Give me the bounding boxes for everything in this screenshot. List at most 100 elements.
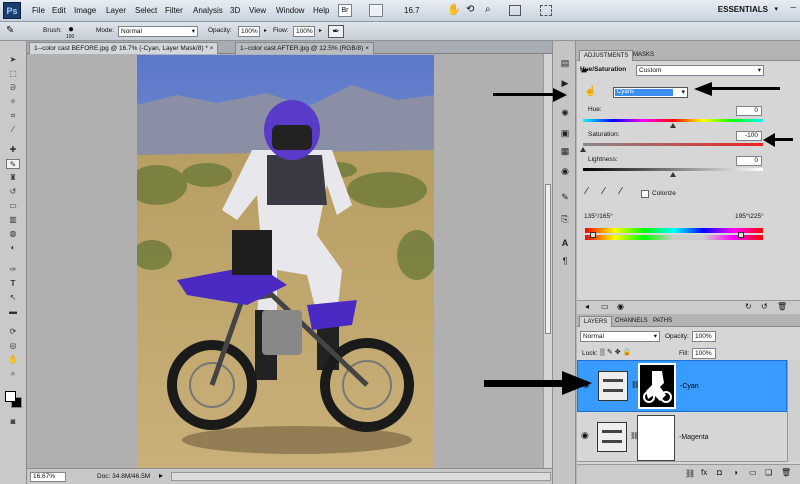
bridge-button[interactable]: Br [338,4,352,17]
3d-rotate-icon[interactable]: ⟳ [6,327,20,337]
menu-3d[interactable]: 3D [230,6,240,15]
menu-layer[interactable]: Layer [106,6,126,15]
healing-brush-icon[interactable]: ✚ [6,145,20,155]
mode-select[interactable]: Normal ▾ [118,26,198,37]
lasso-tool-icon[interactable]: ᘐ [6,83,20,93]
menu-select[interactable]: Select [135,6,157,15]
delete-adjustment-icon[interactable]: 🗑 [777,302,787,311]
zoom-tool-icon[interactable]: ⌕ [6,369,20,379]
3d-orbit-icon[interactable]: ◎ [6,341,20,351]
close-icon[interactable]: × [210,45,214,52]
lightness-value-field[interactable]: 0 [736,156,762,166]
blend-mode-select[interactable]: Normal ▾ [580,331,660,342]
screen-mode-icon[interactable] [540,5,552,16]
clone-source-icon[interactable]: ⎘ [558,213,572,225]
layer-mask-thumbnail[interactable] [637,415,675,461]
menu-edit[interactable]: Edit [52,6,66,15]
brushes-panel-icon[interactable]: ✎ [558,191,572,203]
foreground-color-swatch[interactable] [5,391,16,402]
view-extras-button[interactable] [369,4,383,17]
type-tool-icon[interactable]: T [6,279,20,289]
masks-panel-icon[interactable]: ▣ [558,127,572,139]
visibility-toggle-icon[interactable]: ◉ [617,302,624,311]
eyedropper-minus-icon[interactable]: ⁄ [620,186,622,197]
saturation-slider-thumb[interactable] [580,147,586,152]
tab-after-document[interactable]: 1--color cast AFTER.jpg @ 12.5% (RGB/8) … [235,42,374,54]
tab-paths[interactable]: PATHS [649,316,676,327]
eyedropper-icon[interactable]: ⁄ [586,186,588,197]
opacity-field[interactable]: 100% [238,26,260,37]
path-select-icon[interactable]: ↖ [6,293,20,303]
hue-value-field[interactable]: 0 [736,106,762,116]
crop-tool-icon[interactable]: ⌗ [6,111,20,121]
fill-field[interactable]: 100% [692,348,716,359]
new-layer-icon[interactable]: ❏ [765,468,772,477]
dirt-bike-photo[interactable] [137,55,434,468]
range-slider-left[interactable] [590,232,596,238]
hue-slider-thumb[interactable] [670,123,676,128]
menu-image[interactable]: Image [74,6,96,15]
menu-analysis[interactable]: Analysis [193,6,223,15]
lock-pixels-icon[interactable]: ▒ ✎ ✥ 🔒 [600,348,631,356]
canvas-vertical-scrollbar[interactable] [543,54,552,468]
colorize-checkbox[interactable] [641,190,649,198]
swatches-panel-icon[interactable]: ◉ [558,165,572,177]
brush-preset-icon[interactable]: ✎ [6,25,14,36]
dodge-tool-icon[interactable]: ◐ [6,243,20,253]
clip-to-layer-icon[interactable]: ▭ [601,302,609,311]
layer-opacity-field[interactable]: 100% [692,331,716,342]
eyedropper-icon[interactable]: ⁄ [6,125,20,135]
scrollbar-thumb[interactable] [545,184,551,334]
styles-panel-icon[interactable]: ▦ [558,145,572,157]
new-group-icon[interactable]: ▭ [749,468,757,477]
eraser-icon[interactable]: ▭ [6,201,20,211]
menu-view[interactable]: View [249,6,266,15]
history-panel-icon[interactable]: ▤ [558,57,572,69]
blur-tool-icon[interactable]: ◍ [6,229,20,239]
tab-before-document[interactable]: 1--color cast BEFORE.jpg @ 16.7% (-Cyan,… [29,42,219,54]
chevron-down-icon[interactable]: ▾ [774,5,778,13]
pen-tool-icon[interactable]: ✑ [6,265,20,275]
chevron-right-icon[interactable]: ▸ [159,471,163,480]
layers-scrollbar[interactable] [787,360,800,462]
add-mask-icon[interactable]: ◘ [717,468,722,477]
saturation-value-field[interactable]: -100 [736,131,762,141]
gradient-icon[interactable]: ▥ [6,215,20,225]
range-slider-right[interactable] [738,232,744,238]
eyedropper-plus-icon[interactable]: ⁄ [603,186,605,197]
reset-icon[interactable]: ↻ [745,302,752,311]
color-range-bar-bottom[interactable] [585,235,763,240]
hand-tool-icon[interactable]: ✋ [447,3,461,16]
delete-layer-icon[interactable]: 🗑 [781,468,791,477]
layer-name-cyan[interactable]: -Cyan [680,383,699,390]
menu-help[interactable]: Help [313,6,329,15]
chevron-right-icon[interactable]: ▸ [264,27,267,34]
saturation-slider-track[interactable] [583,143,763,146]
return-to-list-icon[interactable]: ◂ [585,302,589,311]
quick-select-icon[interactable]: ✧ [6,97,20,107]
eye-icon[interactable]: ◉ [581,430,589,441]
tab-layers[interactable]: LAYERS [579,316,613,327]
menu-file[interactable]: File [32,6,45,15]
previous-state-icon[interactable]: ↺ [761,302,768,311]
character-panel-icon[interactable]: A [558,237,572,249]
chevron-right-icon[interactable]: ▸ [319,27,322,34]
layer-row-cyan[interactable]: ◉ ⛓ -Cyan [577,360,787,412]
tab-channels[interactable]: CHANNELS [611,316,652,327]
layer-style-icon[interactable]: fx [701,468,707,477]
tab-adjustments[interactable]: ADJUSTMENTS [579,50,634,61]
clone-stamp-icon[interactable]: ♜ [6,173,20,183]
adjustments-panel-icon[interactable]: ✺ [558,107,572,119]
brush-tool-icon[interactable]: ✎ [6,159,20,169]
window-controls[interactable]: – [790,2,796,13]
menu-filter[interactable]: Filter [165,6,183,15]
zoom-icon[interactable]: ⌕ [485,4,491,15]
close-icon[interactable]: × [365,45,369,52]
preset-select[interactable]: Custom ▾ [636,65,764,76]
menu-window[interactable]: Window [276,6,304,15]
move-tool-icon[interactable]: ➤ [6,55,20,65]
horizontal-scrollbar[interactable] [171,472,551,481]
new-adjustment-icon[interactable]: ◑ [733,468,738,477]
layer-mask-thumbnail[interactable] [638,363,676,409]
workspace-switcher[interactable]: ESSENTIALS [718,5,768,14]
